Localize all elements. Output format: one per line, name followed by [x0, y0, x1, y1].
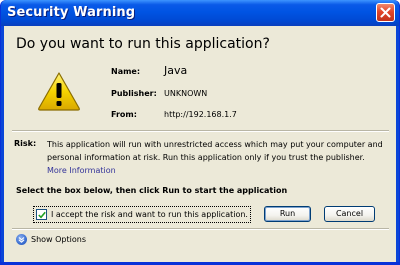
show-options-label[interactable]: Show Options — [31, 235, 86, 244]
run-button[interactable]: Run — [264, 206, 311, 222]
instruction-text: Select the box below, then click Run to … — [16, 186, 288, 195]
close-button[interactable] — [376, 3, 395, 22]
check-icon — [38, 211, 46, 219]
accept-risk-checkbox[interactable]: I accept the risk and want to run this a… — [33, 206, 251, 223]
window-title: Security Warning — [7, 5, 136, 20]
security-warning-window: Security Warning Do you want to run this… — [0, 0, 400, 265]
from-value: http://192.168.1.7 — [164, 110, 237, 119]
separator — [12, 228, 389, 230]
title-bar[interactable]: Security Warning — [1, 0, 399, 26]
risk-label: Risk: — [14, 139, 37, 148]
show-options-toggle[interactable]: Show Options — [16, 234, 86, 245]
cancel-button[interactable]: Cancel — [324, 206, 375, 222]
close-icon — [380, 7, 391, 18]
publisher-label: Publisher: — [111, 89, 157, 98]
more-information-link[interactable]: More Information — [47, 166, 116, 175]
risk-description: This application will run with unrestric… — [47, 140, 383, 162]
checkbox-box[interactable] — [36, 209, 47, 220]
dialog-question: Do you want to run this application? — [16, 36, 270, 52]
name-value: Java — [164, 64, 188, 77]
dialog-body: Do you want to run this application? Nam… — [4, 26, 396, 262]
publisher-value: UNKNOWN — [164, 89, 208, 98]
accept-risk-label[interactable]: I accept the risk and want to run this a… — [51, 210, 248, 219]
from-label: From: — [111, 110, 137, 119]
name-label: Name: — [111, 67, 141, 76]
chevron-down-icon[interactable] — [16, 234, 27, 245]
warning-icon — [38, 72, 80, 111]
window-border — [1, 262, 399, 264]
separator — [12, 130, 389, 132]
